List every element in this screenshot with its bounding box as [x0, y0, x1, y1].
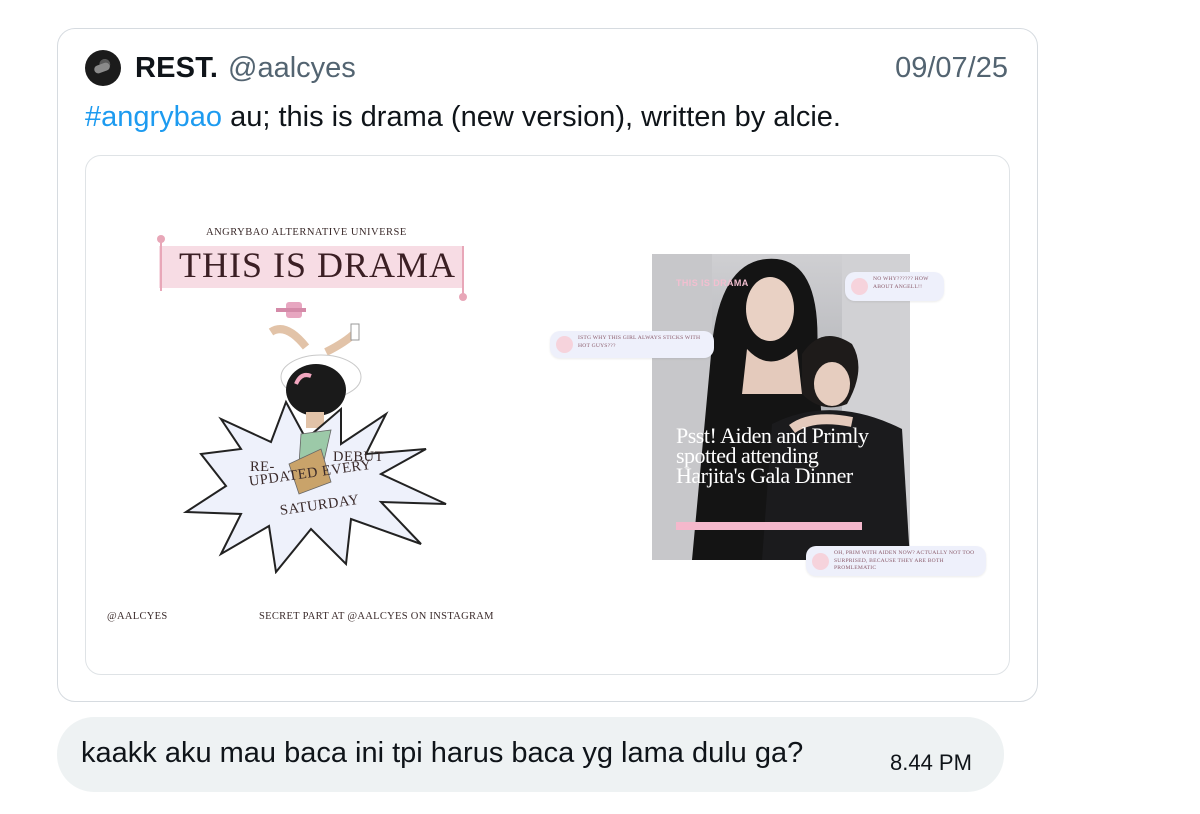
photo-headline: Psst! Aiden and Primly spotted attending… — [676, 423, 869, 488]
reply-timestamp: 8.44 PM — [890, 750, 972, 775]
tweet-media-image[interactable]: ANGRYBAO ALTERNATIVE UNIVERSE THIS IS DR… — [85, 155, 1010, 675]
poster-footer-secret: SECRET PART AT @AALCYES ON INSTAGRAM — [259, 611, 494, 622]
poster-pin-line — [160, 241, 162, 291]
starburst-badge — [182, 399, 447, 574]
comment-bubble: NO WHY?????? HOW ABOUT ANGELL!! — [845, 272, 944, 301]
comment-avatar-icon — [812, 552, 829, 570]
comment-text: NO WHY?????? HOW ABOUT ANGELL!! — [873, 276, 929, 290]
tweet-date: 09/07/25 — [895, 52, 1008, 84]
poster-top-label: ANGRYBAO ALTERNATIVE UNIVERSE — [206, 227, 407, 238]
poster-pin-line — [462, 246, 464, 294]
reply-message-bubble[interactable]: kaakk aku mau baca ini tpi harus baca yg… — [57, 717, 1004, 792]
author-handle[interactable]: @aalcyes — [228, 52, 356, 85]
poster-footer-handle: @AALCYES — [107, 611, 168, 622]
author-name[interactable]: REST. — [135, 52, 218, 85]
reply-message-text: kaakk aku mau baca ini tpi harus baca yg… — [81, 737, 804, 769]
headline-underline-bar — [676, 522, 862, 530]
comment-avatar-icon — [851, 278, 868, 295]
poster-pin-icon — [459, 293, 467, 301]
author-avatar[interactable] — [85, 50, 121, 86]
photo-label: THIS IS DRAMA — [676, 278, 749, 288]
poster-title: THIS IS DRAMA — [179, 245, 457, 285]
hashtag-link[interactable]: #angrybao — [85, 101, 222, 133]
comment-bubble: OH, PRIM WITH AIDEN NOW? ACTUALLY NOT TO… — [806, 546, 986, 576]
tweet-body: au; this is drama (new version), written… — [222, 101, 841, 133]
comment-text: OH, PRIM WITH AIDEN NOW? ACTUALLY NOT TO… — [834, 550, 975, 571]
comment-avatar-icon — [556, 336, 573, 353]
comment-bubble: ISTG WHY THIS GIRL ALWAYS STICKS WITH HO… — [550, 331, 714, 358]
tweet-text: #angrybao au; this is drama (new version… — [85, 101, 841, 134]
comment-text: ISTG WHY THIS GIRL ALWAYS STICKS WITH HO… — [578, 335, 701, 349]
